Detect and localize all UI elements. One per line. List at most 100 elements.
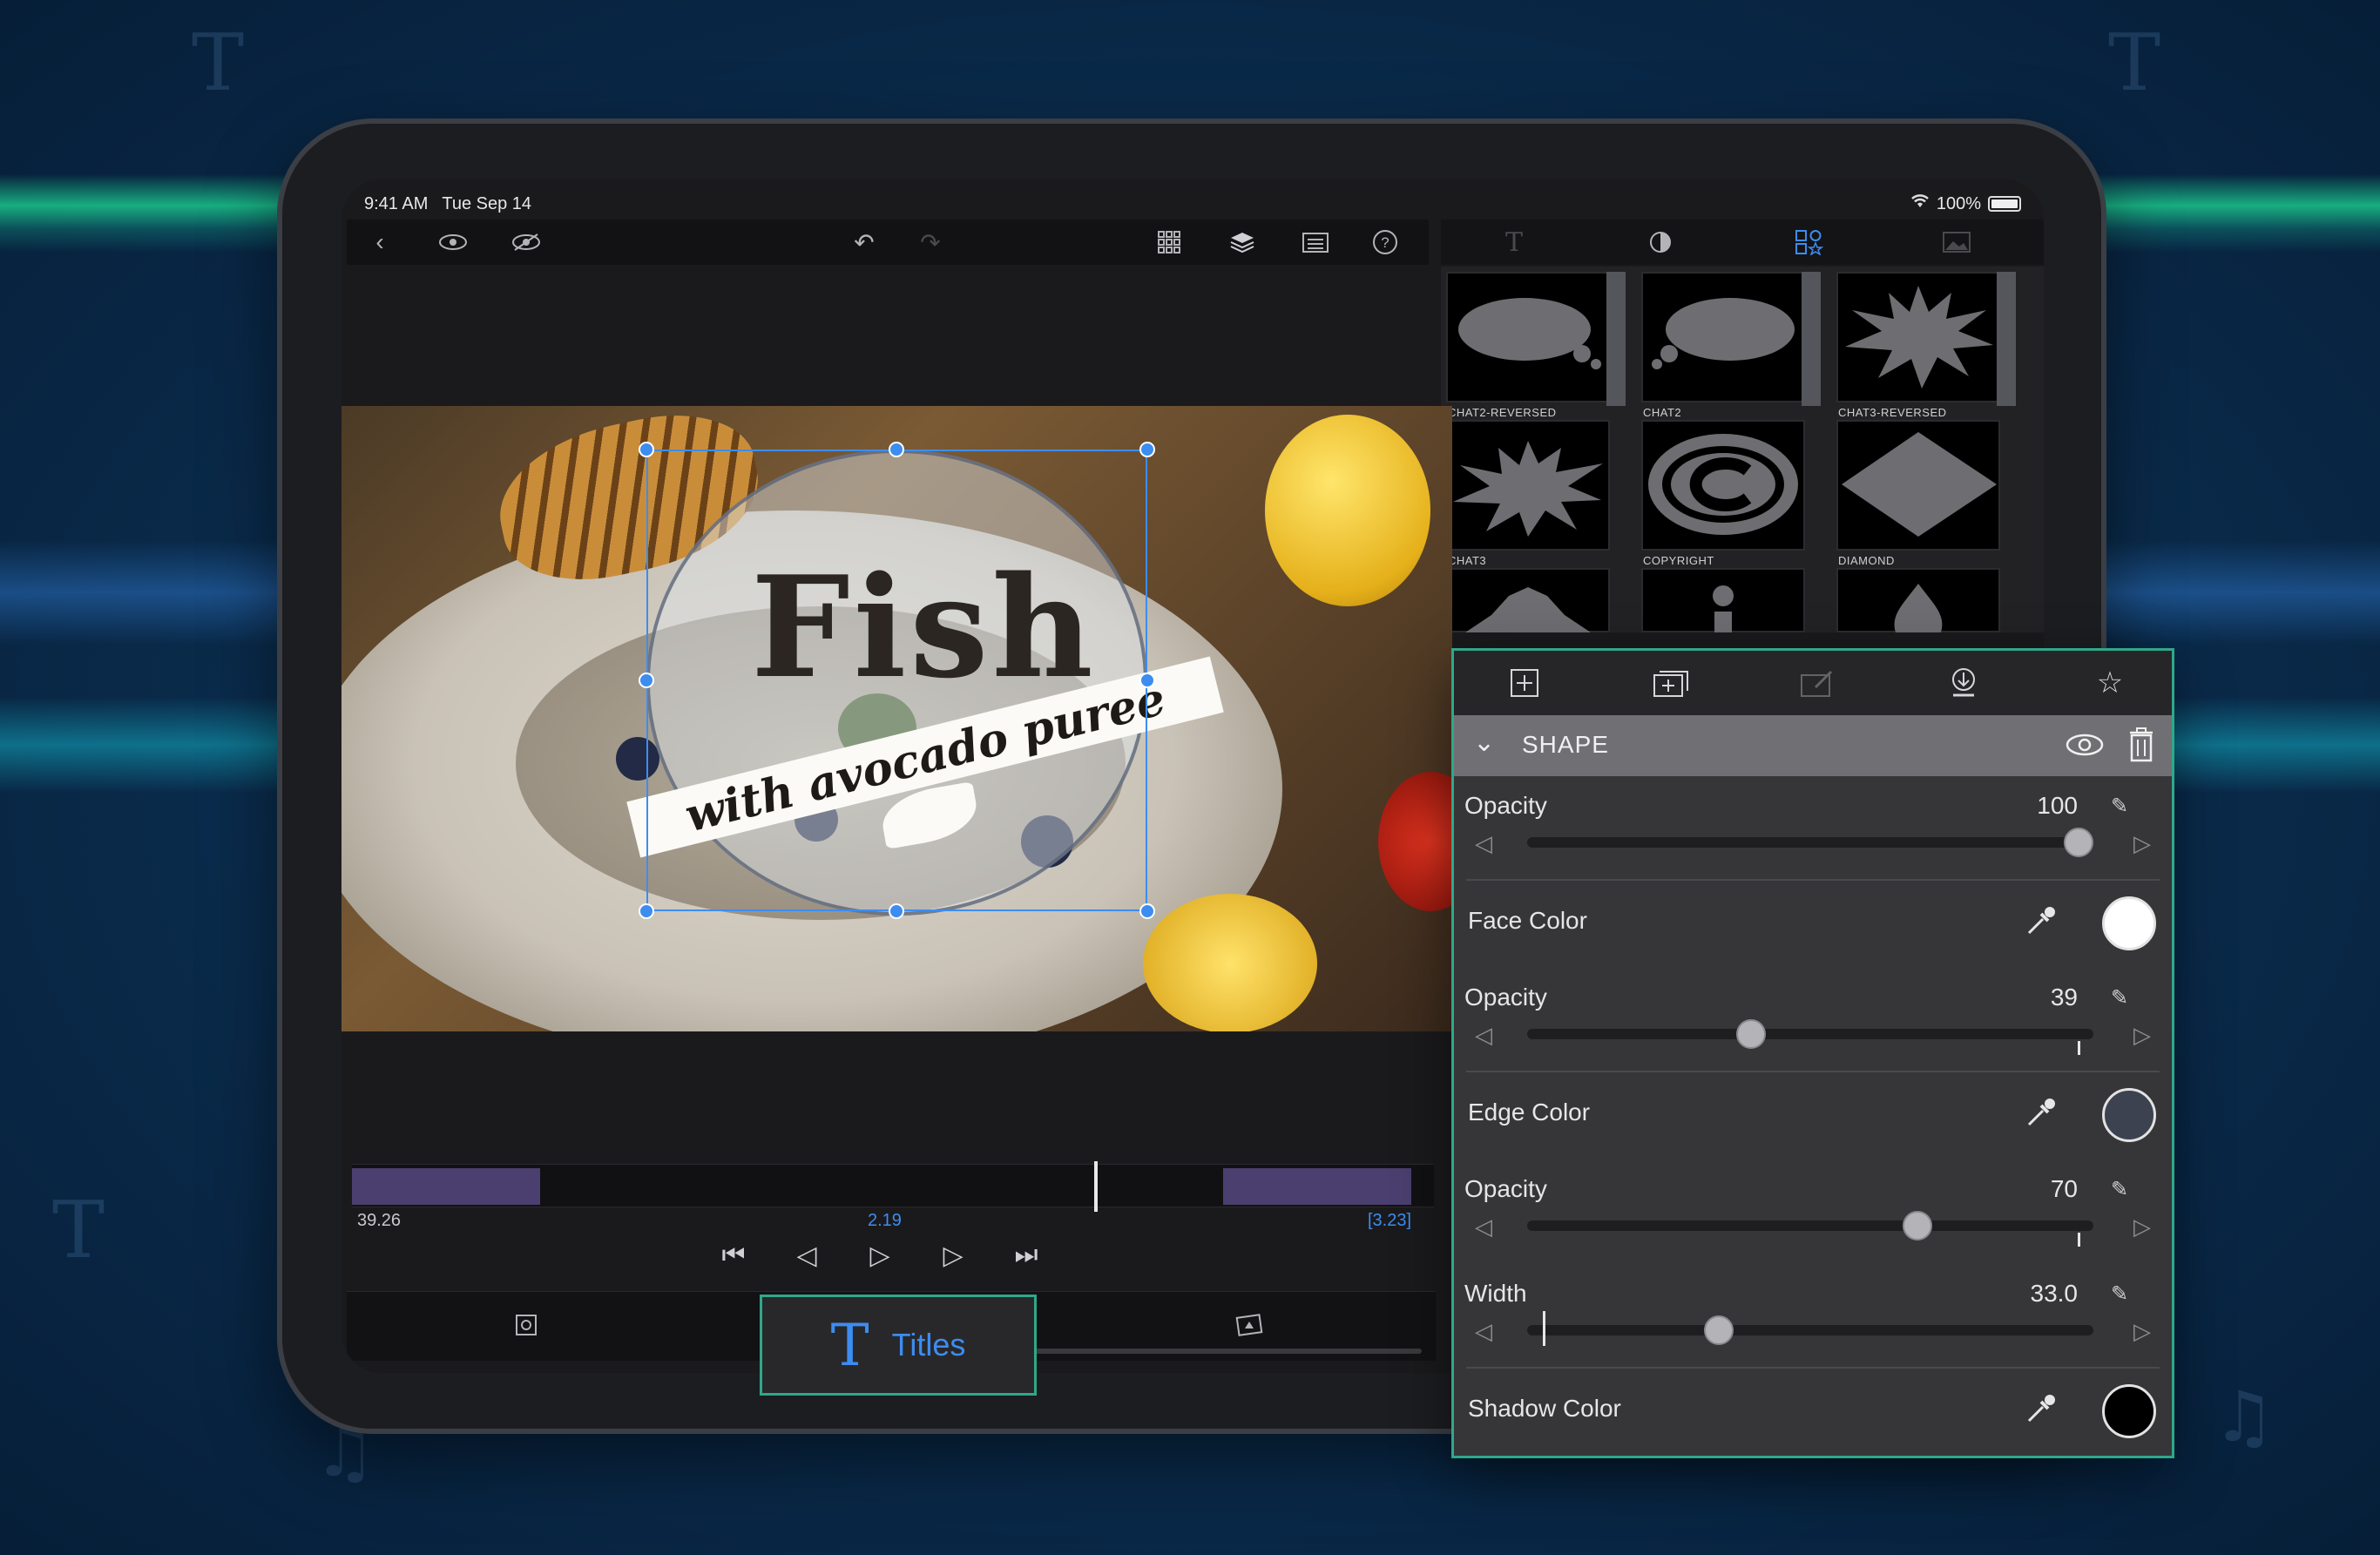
shape-label: CHAT3-REVERSED	[1838, 406, 1947, 419]
frame-icon[interactable]	[505, 1304, 547, 1346]
resize-handle-r[interactable]	[1139, 673, 1155, 688]
shape-properties-panel: ☆ ⌄ SHAPE Opacity 100 ✎ ◁ ▷ Face Color O…	[1451, 648, 2174, 1458]
decrement-icon[interactable]: ◁	[1475, 1318, 1492, 1345]
resize-handle-bl[interactable]	[639, 903, 654, 919]
shape-label: COPYRIGHT	[1643, 554, 1714, 567]
width-slider[interactable]	[1527, 1325, 2093, 1335]
transition-icon[interactable]	[1228, 1304, 1270, 1346]
tab-titles[interactable]: T Titles	[760, 1295, 1037, 1396]
width-label: Width	[1464, 1280, 1527, 1307]
star-icon[interactable]: ☆	[2086, 659, 2133, 707]
eyedropper-icon[interactable]	[2024, 1391, 2059, 1433]
redo-icon[interactable]: ↷	[909, 221, 951, 263]
edit-icon[interactable]	[1794, 659, 1841, 707]
status-date: Tue Sep 14	[442, 193, 532, 213]
timeline[interactable]	[352, 1161, 1434, 1212]
face-opacity-slider[interactable]	[1527, 1029, 2093, 1039]
section-header-shape[interactable]: ⌄ SHAPE	[1454, 715, 2172, 776]
width-value[interactable]: 33.0	[2008, 1280, 2079, 1308]
add-layer-icon[interactable]	[1647, 659, 1694, 707]
trash-icon[interactable]	[2128, 727, 2154, 767]
timeline-start-time: 39.26	[357, 1211, 402, 1230]
shape-tile-copyright[interactable]	[1641, 420, 1805, 551]
step-forward-icon[interactable]: ▷	[932, 1241, 974, 1271]
shape-label: CHAT3	[1448, 554, 1487, 567]
pencil-icon[interactable]: ✎	[2111, 1281, 2128, 1307]
edge-opacity-slider[interactable]	[1527, 1220, 2093, 1231]
shape-opacity-slider[interactable]	[1527, 837, 2093, 848]
shape-tile-chat2-reversed[interactable]	[1446, 272, 1610, 402]
face-opacity-value[interactable]: 39	[2008, 984, 2078, 1011]
grid-icon[interactable]	[1148, 221, 1190, 263]
edge-color-swatch[interactable]	[2102, 1088, 2156, 1142]
svg-text:?: ?	[1381, 234, 1389, 251]
shape-library-tabs: T	[1441, 220, 2044, 265]
bg-text-icon: T	[2108, 17, 2161, 109]
resize-handle-tr[interactable]	[1139, 442, 1155, 457]
step-back-icon[interactable]: ◁	[786, 1241, 828, 1271]
shadow-color-swatch[interactable]	[2102, 1384, 2156, 1438]
undo-icon[interactable]: ↶	[843, 221, 885, 263]
layers-icon[interactable]	[1221, 221, 1263, 263]
pencil-icon[interactable]: ✎	[2111, 985, 2128, 1011]
skip-start-icon[interactable]: ⏮	[713, 1241, 754, 1270]
text-tab-icon[interactable]: T	[1488, 223, 1540, 261]
shape-tile-drop[interactable]	[1836, 568, 2000, 632]
color-tab-icon[interactable]	[1634, 223, 1687, 261]
default-tick	[2078, 1041, 2080, 1055]
slider-knob[interactable]	[1704, 1315, 1734, 1345]
resize-handle-b[interactable]	[889, 903, 904, 919]
shape-tile-info[interactable]	[1641, 568, 1805, 632]
timeline-clip[interactable]	[352, 1168, 540, 1205]
timeline-clip[interactable]	[1223, 1168, 1411, 1205]
pencil-icon[interactable]: ✎	[2111, 1177, 2128, 1202]
add-icon[interactable]	[1501, 659, 1548, 707]
eye-icon[interactable]	[2066, 733, 2104, 761]
video-preview[interactable]: Fish with avocado puree	[341, 406, 1452, 1031]
decrement-icon[interactable]: ◁	[1475, 830, 1492, 857]
shape-tile-diamond[interactable]	[1836, 420, 2000, 551]
shape-tile-chat2[interactable]	[1641, 272, 1805, 402]
shape-opacity-label: Opacity	[1464, 792, 1547, 819]
playhead[interactable]	[1094, 1161, 1098, 1212]
clipboard-icon[interactable]	[1295, 221, 1336, 263]
increment-icon[interactable]: ▷	[2133, 1318, 2151, 1345]
slider-knob[interactable]	[2064, 828, 2093, 857]
chevron-down-icon[interactable]: ⌄	[1473, 727, 1495, 758]
shape-opacity-value[interactable]: 100	[2008, 792, 2078, 820]
increment-icon[interactable]: ▷	[2133, 830, 2151, 857]
shapes-tab-icon[interactable]	[1782, 223, 1835, 261]
slider-knob[interactable]	[1903, 1211, 1933, 1241]
resize-handle-br[interactable]	[1139, 903, 1155, 919]
shape-tile-flower[interactable]	[1446, 568, 1610, 632]
eyedropper-icon[interactable]	[2024, 903, 2059, 945]
increment-icon[interactable]: ▷	[2133, 1022, 2151, 1049]
shape-scroll-divider	[1606, 272, 1626, 406]
eyedropper-icon[interactable]	[2024, 1095, 2059, 1137]
eye-hide-icon[interactable]	[505, 221, 547, 263]
eye-icon[interactable]	[432, 221, 474, 263]
image-tab-icon[interactable]	[1930, 223, 1983, 261]
help-icon[interactable]: ?	[1364, 221, 1406, 263]
selection-box[interactable]	[646, 450, 1147, 911]
timeline-end-time: [3.23]	[1368, 1211, 1412, 1230]
download-icon[interactable]	[1940, 659, 1987, 707]
shape-tile-chat3-reversed[interactable]	[1836, 272, 2000, 402]
play-icon[interactable]: ▷	[859, 1241, 901, 1271]
slider-knob[interactable]	[1736, 1019, 1767, 1049]
edge-opacity-value[interactable]: 70	[2008, 1175, 2078, 1203]
pencil-icon[interactable]: ✎	[2111, 794, 2128, 819]
decrement-icon[interactable]: ◁	[1475, 1022, 1492, 1049]
shape-tile-chat3[interactable]	[1446, 420, 1610, 551]
skip-end-icon[interactable]: ⏭	[1005, 1241, 1047, 1270]
resize-handle-l[interactable]	[639, 673, 654, 688]
decrement-icon[interactable]: ◁	[1475, 1214, 1492, 1241]
back-icon[interactable]: ‹	[359, 221, 401, 263]
face-color-swatch[interactable]	[2102, 896, 2156, 950]
shape-label: DIAMOND	[1838, 554, 1895, 567]
shape-scroll-divider	[1997, 272, 2016, 406]
resize-handle-tl[interactable]	[639, 442, 654, 457]
tab-titles-label: Titles	[891, 1327, 966, 1362]
increment-icon[interactable]: ▷	[2133, 1214, 2151, 1241]
resize-handle-t[interactable]	[889, 442, 904, 457]
